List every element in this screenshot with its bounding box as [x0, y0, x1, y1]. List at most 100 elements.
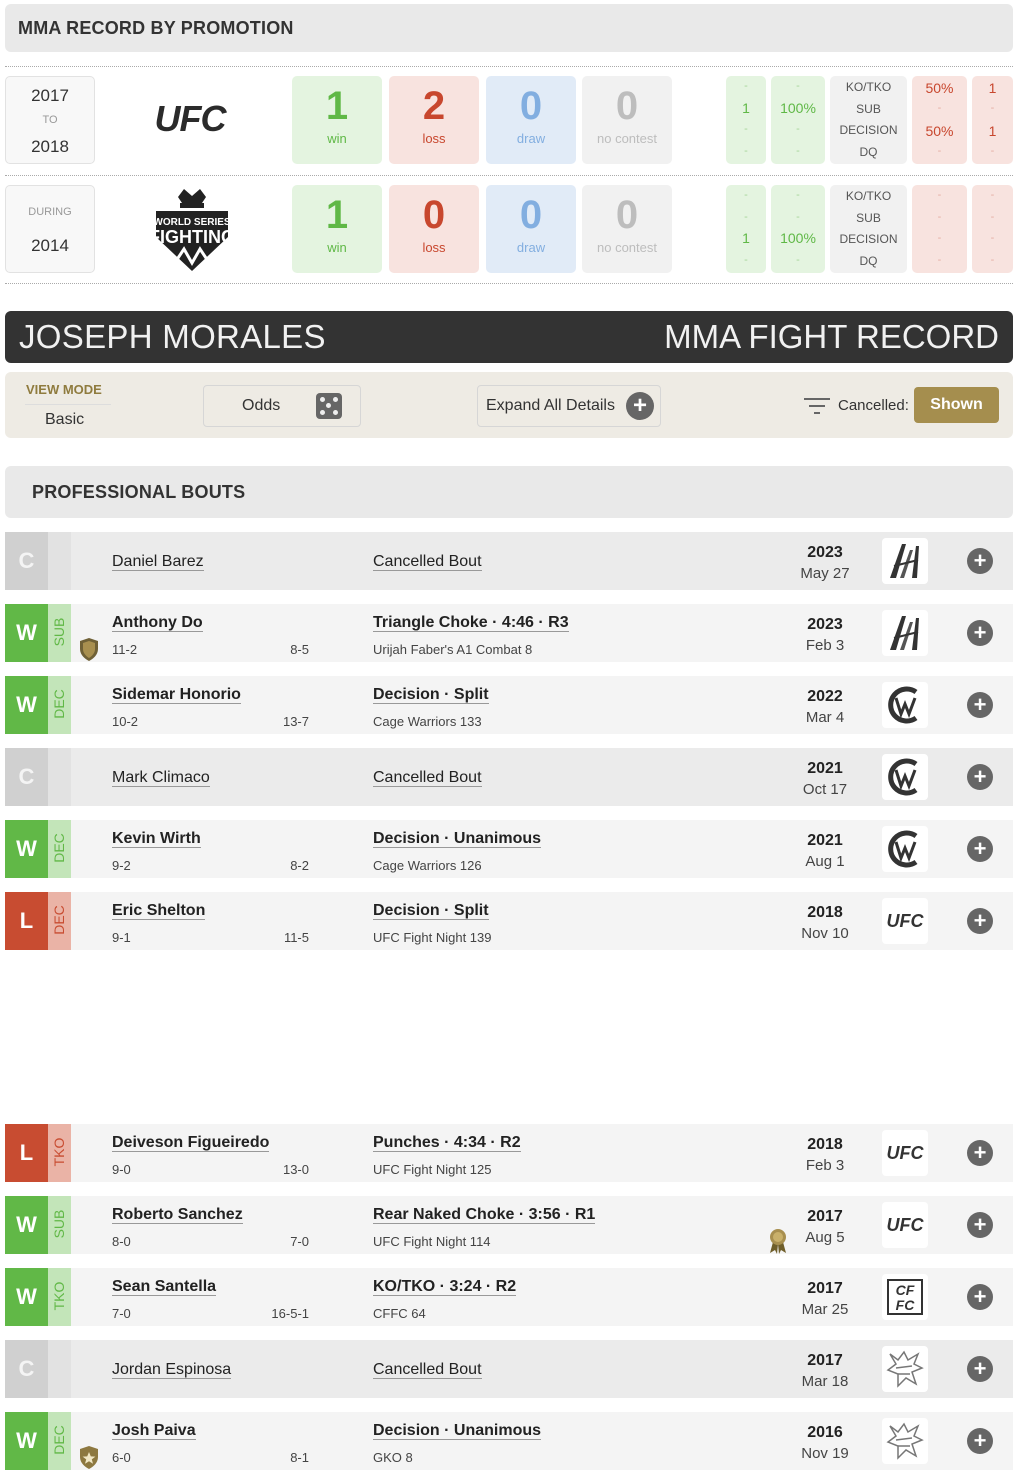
- method-link[interactable]: Decision · Unanimous: [373, 1422, 542, 1440]
- expand-bout-icon[interactable]: +: [967, 1212, 993, 1238]
- promo-section-header: MMA RECORD BY PROMOTION: [5, 4, 1013, 52]
- bout-row[interactable]: C Mark Climaco Cancelled Bout 2021 Oct 17 +: [5, 748, 1013, 806]
- result-badge: W: [5, 1196, 48, 1254]
- opponent-link[interactable]: Roberto Sanchez: [112, 1206, 243, 1224]
- method-link[interactable]: Rear Naked Choke · 3:56 · R1: [373, 1206, 596, 1224]
- method-link[interactable]: Cancelled Bout: [373, 553, 482, 571]
- opponent-link[interactable]: Sean Santella: [112, 1278, 217, 1296]
- opponent-link[interactable]: Eric Shelton: [112, 902, 206, 920]
- bout-row[interactable]: W DEC Kevin Wirth 9-2 8-2 Decision · Unanimou…: [5, 820, 1013, 878]
- opponent-link[interactable]: Mark Climaco: [112, 769, 210, 787]
- odds-button[interactable]: Odds: [203, 385, 361, 427]
- result-badge: L: [5, 1124, 48, 1182]
- method-link[interactable]: KO/TKO · 3:24 · R2: [373, 1278, 517, 1296]
- method-link[interactable]: Decision · Split: [373, 902, 489, 920]
- bouts-section-title: PROFESSIONAL BOUTS: [32, 482, 246, 502]
- ufc-logo[interactable]: UFC: [882, 1130, 928, 1176]
- event-name[interactable]: Cage Warriors 133: [373, 714, 482, 729]
- expand-label: Expand All Details: [486, 397, 615, 414]
- year-end: 2018: [31, 137, 69, 156]
- method-link[interactable]: Triangle Choke · 4:46 · R3: [373, 614, 569, 632]
- fighter-name: JOSEPH MORALES: [19, 318, 326, 355]
- loss-method-counts: - - - -: [972, 185, 1013, 273]
- method-link[interactable]: Decision · Unanimous: [373, 830, 542, 848]
- expand-bout-icon[interactable]: +: [967, 836, 993, 862]
- gko-logo[interactable]: [882, 1346, 928, 1392]
- cage-warriors-logo[interactable]: [882, 826, 928, 872]
- bout-row[interactable]: L TKO Deiveson Figueiredo 9-0 13-0 Punches · …: [5, 1124, 1013, 1182]
- method-tag: [48, 532, 71, 590]
- opponent-link[interactable]: Anthony Do: [112, 614, 203, 632]
- opponent-link[interactable]: Sidemar Honorio: [112, 686, 241, 704]
- result-badge: W: [5, 1412, 48, 1470]
- expand-bout-icon[interactable]: +: [967, 692, 993, 718]
- expand-bout-icon[interactable]: +: [967, 548, 993, 574]
- bout-date: May 27: [800, 565, 850, 582]
- world-series-of-fighting-logo[interactable]: WORLD SERIES FIGHTING: [149, 187, 235, 273]
- loss-count: 0 loss: [389, 185, 479, 273]
- cage-warriors-logo[interactable]: [882, 682, 928, 728]
- loss-count: 2 loss: [389, 76, 479, 164]
- event-name[interactable]: Urijah Faber's A1 Combat 8: [373, 642, 532, 657]
- expand-bout-icon[interactable]: +: [967, 1284, 993, 1310]
- method-link[interactable]: Decision · Split: [373, 686, 489, 704]
- event-name[interactable]: UFC Fight Night 114: [373, 1234, 491, 1249]
- bout-row[interactable]: C Daniel Barez Cancelled Bout 2023 May 27 +: [5, 532, 1013, 590]
- draw-count: 0 draw: [486, 185, 576, 273]
- bout-year: 2023: [807, 616, 843, 633]
- bout-date: Nov 19: [801, 1445, 849, 1462]
- opponent-link[interactable]: Jordan Espinosa: [112, 1361, 232, 1379]
- expand-bout-icon[interactable]: +: [967, 908, 993, 934]
- bout-row[interactable]: L DEC Eric Shelton 9-1 11-5 Decision · Split U…: [5, 892, 1013, 950]
- filter-icon[interactable]: [804, 396, 830, 416]
- cancelled-shown-toggle[interactable]: Shown: [914, 387, 999, 423]
- ufc-logo[interactable]: UFC: [145, 98, 235, 139]
- a1-combat-logo[interactable]: [882, 538, 928, 584]
- result-badge: C: [5, 1340, 48, 1398]
- bout-row[interactable]: W SUB Roberto Sanchez 8-0 7-0 Rear Naked Chok…: [5, 1196, 1013, 1254]
- ufc-logo[interactable]: UFC: [882, 1202, 928, 1248]
- opponent-link[interactable]: Josh Paiva: [112, 1422, 196, 1440]
- year-single: 2014: [31, 236, 69, 255]
- expand-bout-icon[interactable]: +: [967, 1140, 993, 1166]
- bout-row[interactable]: W TKO Sean Santella 7-0 16-5-1 KO/TKO · 3:24 …: [5, 1268, 1013, 1326]
- method-tag: SUB: [48, 604, 71, 662]
- bout-row[interactable]: W DEC Josh Paiva 6-0 8-1 Decision · Unanimous…: [5, 1412, 1013, 1470]
- expand-bout-icon[interactable]: +: [967, 1356, 993, 1382]
- bout-date: Feb 3: [805, 1157, 845, 1174]
- svg-text:UFC: UFC: [155, 102, 228, 136]
- event-name[interactable]: UFC Fight Night 125: [373, 1162, 492, 1177]
- expand-bout-icon[interactable]: +: [967, 620, 993, 646]
- event-name[interactable]: GKO 8: [373, 1450, 413, 1465]
- gko-logo[interactable]: [882, 1418, 928, 1464]
- method-link[interactable]: Cancelled Bout: [373, 769, 482, 787]
- view-mode-basic[interactable]: Basic: [45, 411, 84, 429]
- event-name[interactable]: UFC Fight Night 139: [373, 930, 492, 945]
- bout-row[interactable]: W SUB Anthony Do 11-2 8-5 Triangle Choke · 4:…: [5, 604, 1013, 662]
- ufc-logo[interactable]: UFC: [882, 898, 928, 944]
- opponent-record: 8-1: [290, 1450, 309, 1465]
- a1-combat-logo[interactable]: [882, 610, 928, 656]
- expand-bout-icon[interactable]: +: [967, 764, 993, 790]
- opponent-link[interactable]: Kevin Wirth: [112, 830, 201, 848]
- svg-text:FC: FC: [896, 1297, 916, 1313]
- expand-all-button[interactable]: Expand All Details +: [477, 385, 661, 427]
- result-badge: W: [5, 820, 48, 878]
- event-name[interactable]: Cage Warriors 126: [373, 858, 482, 873]
- opponent-link[interactable]: Daniel Barez: [112, 553, 204, 571]
- win-count: 1 win: [292, 185, 382, 273]
- method-link[interactable]: Punches · 4:34 · R2: [373, 1134, 521, 1152]
- bout-year: 2022: [807, 688, 843, 705]
- divider: [5, 66, 1013, 67]
- event-name[interactable]: CFFC 64: [373, 1306, 426, 1321]
- opponent-link[interactable]: Deiveson Figueiredo: [112, 1134, 270, 1152]
- method-link[interactable]: Cancelled Bout: [373, 1361, 482, 1379]
- bout-row[interactable]: C Jordan Espinosa Cancelled Bout 2017 Mar 18…: [5, 1340, 1013, 1398]
- bout-row[interactable]: W DEC Sidemar Honorio 10-2 13-7 Decision · Sp…: [5, 676, 1013, 734]
- opponent-record: 11-5: [283, 930, 309, 945]
- bout-date: Aug 5: [805, 1229, 845, 1246]
- result-badge: L: [5, 892, 48, 950]
- cffc-logo[interactable]: CF FC: [882, 1274, 928, 1320]
- cage-warriors-logo[interactable]: [882, 754, 928, 800]
- expand-bout-icon[interactable]: +: [967, 1428, 993, 1454]
